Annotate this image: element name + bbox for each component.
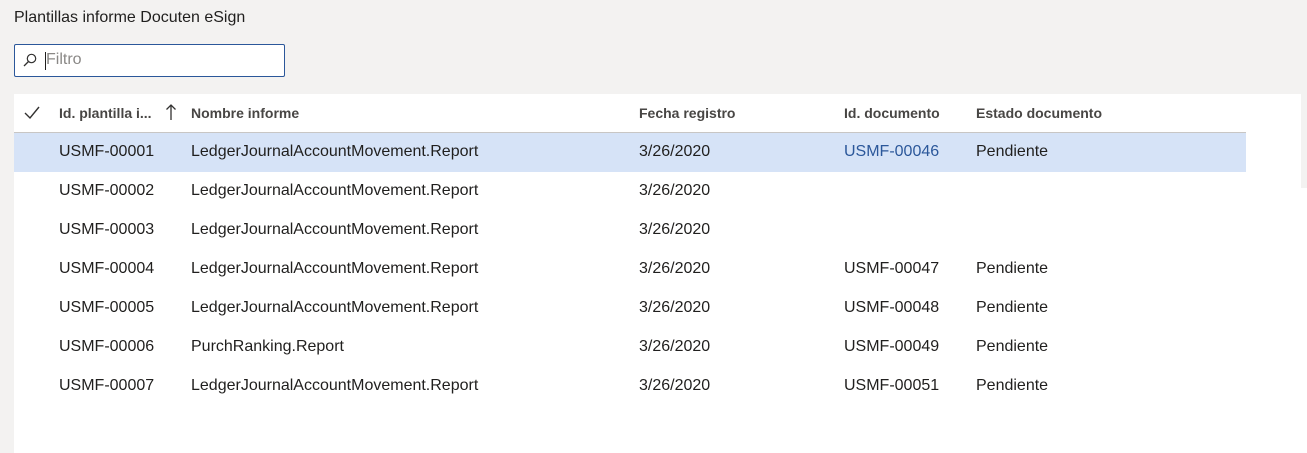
cell-document-id: USMF-00048 [844,299,940,316]
column-header-report-name[interactable]: Nombre informe [191,105,299,121]
cell-template-id: USMF-00001 [59,143,155,160]
cell-document-id: USMF-00051 [844,377,940,394]
cell-document-id: USMF-00047 [844,260,940,277]
cell-template-id: USMF-00007 [59,377,155,394]
column-header-template-id[interactable]: Id. plantilla i... [59,105,152,121]
cell-template-id: USMF-00004 [59,260,155,277]
cell-template-id: USMF-00003 [59,221,155,238]
filter-field[interactable] [14,44,285,77]
cell-registration-date: 3/26/2020 [639,182,711,199]
cell-report-name: PurchRanking.Report [191,338,344,355]
cell-report-name: LedgerJournalAccountMovement.Report [191,143,479,160]
cell-registration-date: 3/26/2020 [639,299,711,316]
cell-document-status: Pendiente [976,377,1049,394]
scroll-strip [1301,94,1307,188]
table-row[interactable]: USMF-00004 LedgerJournalAccountMovement.… [14,250,1246,289]
cell-report-name: LedgerJournalAccountMovement.Report [191,260,479,277]
cell-document-status: Pendiente [976,260,1049,277]
cell-template-id: USMF-00006 [59,338,155,355]
cell-document-status: Pendiente [976,338,1049,355]
cell-template-id: USMF-00002 [59,182,155,199]
page-title: Plantillas informe Docuten eSign [14,9,246,26]
column-header-document-status[interactable]: Estado documento [976,105,1102,121]
table-row[interactable]: USMF-00003 LedgerJournalAccountMovement.… [14,211,1246,250]
cell-document-id-link[interactable]: USMF-00046 [844,143,939,161]
cell-registration-date: 3/26/2020 [639,377,711,394]
cell-document-status: Pendiente [976,143,1049,160]
cell-report-name: LedgerJournalAccountMovement.Report [191,182,479,199]
search-icon [23,53,37,67]
table-row[interactable]: USMF-00002 LedgerJournalAccountMovement.… [14,172,1246,211]
cell-report-name: LedgerJournalAccountMovement.Report [191,221,479,238]
cell-registration-date: 3/26/2020 [639,143,711,160]
cell-document-id: USMF-00049 [844,338,940,355]
table-row[interactable]: USMF-00005 LedgerJournalAccountMovement.… [14,289,1246,328]
cell-registration-date: 3/26/2020 [639,260,711,277]
grid-header: Id. plantilla i... Nombre informe Fecha … [14,94,1246,133]
cell-registration-date: 3/26/2020 [639,338,711,355]
cell-report-name: LedgerJournalAccountMovement.Report [191,377,479,394]
cell-document-status: Pendiente [976,299,1049,316]
column-header-document-id[interactable]: Id. documento [844,105,940,121]
data-grid: Id. plantilla i... Nombre informe Fecha … [14,94,1307,453]
table-row[interactable]: USMF-00001 LedgerJournalAccountMovement.… [14,133,1246,172]
select-all-checkmark-icon[interactable] [23,105,41,121]
cell-report-name: LedgerJournalAccountMovement.Report [191,299,479,316]
table-row[interactable]: USMF-00006 PurchRanking.Report 3/26/2020… [14,328,1246,367]
cell-registration-date: 3/26/2020 [639,221,711,238]
sort-ascending-icon[interactable] [165,103,177,121]
filter-input[interactable] [46,49,276,71]
cell-template-id: USMF-00005 [59,299,155,316]
table-row[interactable]: USMF-00007 LedgerJournalAccountMovement.… [14,367,1246,406]
column-header-registration-date[interactable]: Fecha registro [639,105,735,121]
